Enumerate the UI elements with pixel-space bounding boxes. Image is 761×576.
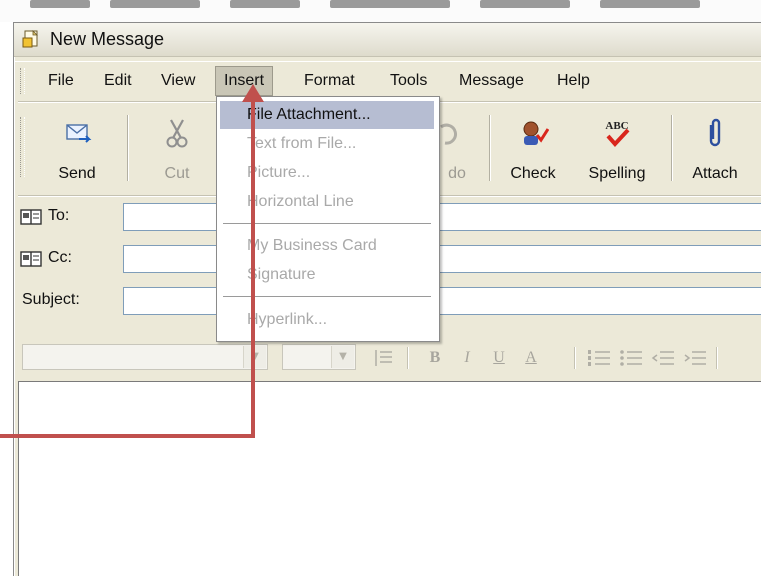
- menu-item-picture[interactable]: Picture...: [247, 160, 310, 186]
- send-mail-icon: [66, 124, 92, 143]
- bold-button[interactable]: B: [422, 346, 448, 370]
- menu-separator: [223, 223, 431, 224]
- font-color-button[interactable]: A: [518, 346, 544, 370]
- check-names-button[interactable]: Check: [498, 111, 568, 185]
- italic-button[interactable]: I: [454, 346, 480, 370]
- menu-bar: File Edit View Insert Format Tools Messa…: [14, 61, 761, 100]
- bullet-list-icon[interactable]: [618, 346, 644, 370]
- font-name-combo[interactable]: ▼: [22, 344, 268, 370]
- new-message-icon: [22, 30, 38, 48]
- subject-label: Subject:: [22, 291, 80, 308]
- chevron-down-icon[interactable]: ▼: [243, 346, 266, 368]
- toolbar-separator: [671, 115, 673, 181]
- menu-item-signature[interactable]: Signature: [247, 262, 316, 288]
- menu-format[interactable]: Format: [296, 66, 363, 96]
- toolbar-separator: [489, 115, 491, 181]
- paperclip-icon: [709, 118, 721, 147]
- check-label: Check: [510, 165, 556, 182]
- decrease-indent-icon[interactable]: [650, 346, 676, 370]
- increase-indent-icon[interactable]: [682, 346, 708, 370]
- spell-check-icon: ABC: [605, 120, 630, 147]
- spelling-label: Spelling: [588, 165, 646, 182]
- menu-view[interactable]: View: [153, 66, 203, 96]
- menu-help[interactable]: Help: [549, 66, 598, 96]
- format-separator: [716, 347, 718, 369]
- font-size-combo[interactable]: ▼: [282, 344, 356, 370]
- menu-separator: [223, 296, 431, 297]
- menu-item-horizontal-line[interactable]: Horizontal Line: [247, 189, 354, 215]
- toolbar-separator: [127, 115, 129, 181]
- format-separator: [574, 347, 576, 369]
- cut-button[interactable]: Cut: [142, 111, 212, 185]
- menu-insert[interactable]: Insert: [215, 66, 274, 96]
- menu-item-file-attachment[interactable]: File Attachment...: [247, 102, 371, 128]
- scissors-icon: [166, 119, 188, 148]
- window-title: New Message: [50, 29, 165, 49]
- menubar-grip[interactable]: [20, 68, 25, 94]
- chevron-down-icon[interactable]: ▼: [331, 346, 354, 368]
- menu-item-business-card[interactable]: My Business Card: [247, 233, 377, 259]
- background-window-strip: [0, 0, 761, 22]
- cc-label[interactable]: Cc:: [48, 249, 72, 267]
- menu-edit[interactable]: Edit: [96, 66, 140, 96]
- message-body[interactable]: [18, 381, 761, 576]
- menu-item-text-from-file[interactable]: Text from File...: [247, 131, 356, 157]
- menu-message[interactable]: Message: [451, 66, 532, 96]
- cut-label: Cut: [164, 165, 190, 182]
- menu-item-hyperlink[interactable]: Hyperlink...: [247, 307, 327, 333]
- spelling-button[interactable]: ABC Spelling: [582, 111, 652, 185]
- menu-tools[interactable]: Tools: [382, 66, 435, 96]
- check-names-icon: [523, 121, 549, 145]
- formatting-toolbar: ▼ ▼ B I U A: [14, 338, 761, 376]
- attach-label: Attach: [692, 165, 738, 182]
- menu-file[interactable]: File: [40, 66, 82, 96]
- underline-button[interactable]: U: [486, 346, 512, 370]
- insert-menu-dropdown: File Attachment... Text from File... Pic…: [216, 96, 440, 342]
- paragraph-style-icon[interactable]: [372, 346, 396, 370]
- format-separator: [407, 347, 409, 369]
- screenshot: New Message File Edit View Insert Format…: [0, 0, 761, 576]
- title-bar[interactable]: New Message: [14, 23, 761, 57]
- address-book-icon[interactable]: [20, 209, 42, 225]
- numbered-list-icon[interactable]: [586, 346, 612, 370]
- send-label: Send: [58, 165, 96, 182]
- send-button[interactable]: Send: [42, 111, 112, 185]
- attach-button[interactable]: Attach: [680, 111, 750, 185]
- toolbar-grip[interactable]: [20, 117, 25, 177]
- address-book-icon[interactable]: [20, 251, 42, 267]
- to-label[interactable]: To:: [48, 207, 69, 225]
